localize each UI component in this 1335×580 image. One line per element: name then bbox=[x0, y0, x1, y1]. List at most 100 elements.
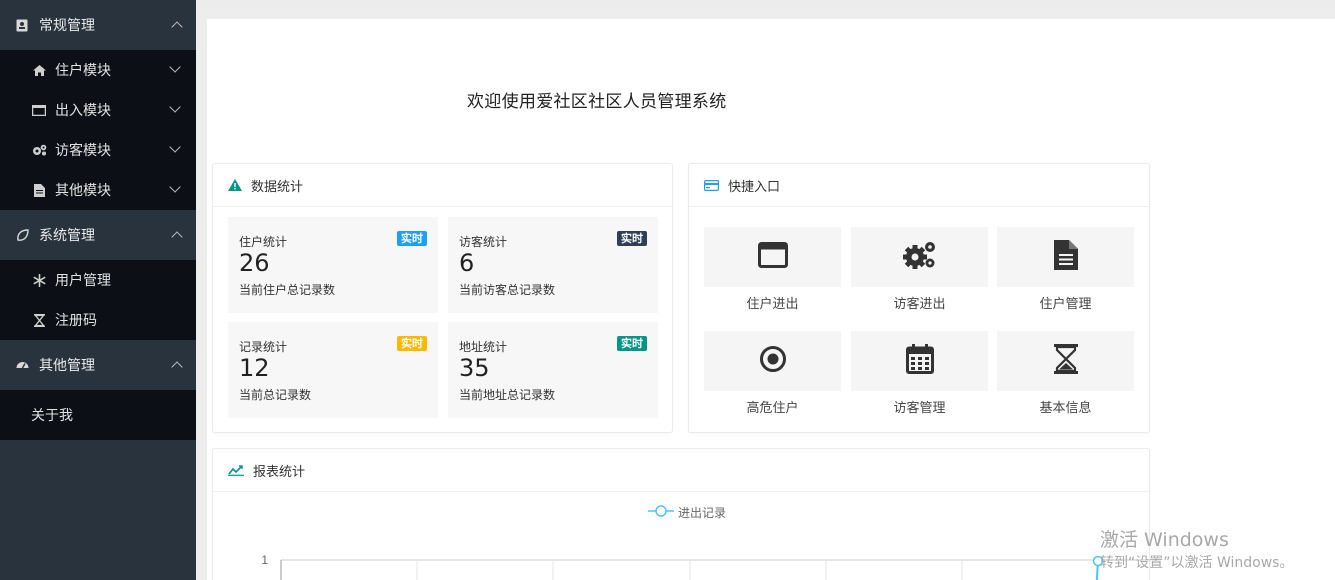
menu-group-general: 常规管理 住户模块 出入模块 访客模块 其他模块 bbox=[0, 0, 196, 210]
quick-icon-box[interactable] bbox=[704, 331, 841, 391]
stats-card-header: 数据统计 bbox=[213, 164, 672, 207]
submenu-other: 关于我 bbox=[0, 390, 196, 440]
stats-card: 数据统计 住户统计 实时 26 当前住户总记录数 访客统计 实时 6 当前访客总… bbox=[212, 163, 673, 433]
report-card: 报表统计 进出记录 1 bbox=[212, 448, 1151, 580]
sidebar-item-other[interactable]: 其他模块 bbox=[0, 170, 196, 210]
hourglass-icon bbox=[31, 313, 47, 327]
sidebar-item-label: 出入模块 bbox=[55, 103, 111, 119]
quick-label: 访客进出 bbox=[893, 297, 946, 312]
menu-head-label: 常规管理 bbox=[39, 18, 95, 34]
sidebar-item-label: 注册码 bbox=[55, 313, 97, 329]
chevron-down-icon bbox=[169, 141, 181, 153]
menu-group-other: 其他管理 关于我 bbox=[0, 340, 196, 440]
realtime-badge: 实时 bbox=[397, 336, 427, 351]
stat-desc: 当前住户总记录数 bbox=[239, 283, 336, 297]
credit-card-icon bbox=[704, 179, 719, 191]
menu-group-system: 系统管理 用户管理 注册码 bbox=[0, 210, 196, 340]
stat-label: 住户统计 bbox=[239, 235, 288, 249]
menu-head-general[interactable]: 常规管理 bbox=[0, 0, 196, 50]
report-card-header: 报表统计 bbox=[213, 449, 1149, 492]
report-card-title: 报表统计 bbox=[253, 464, 306, 480]
snowflake-icon bbox=[31, 273, 47, 287]
quick-icon-box[interactable] bbox=[704, 227, 841, 287]
sidebar-item-resident[interactable]: 住户模块 bbox=[0, 50, 196, 90]
page-title: 欢迎使用爱社区社区人员管理系统 bbox=[467, 92, 727, 112]
stat-visitor: 访客统计 实时 6 当前访客总记录数 bbox=[448, 217, 658, 313]
activation-watermark-hint: 转到“设置”以激活 Windows。 bbox=[1100, 555, 1294, 571]
window-icon bbox=[757, 242, 788, 272]
home-icon bbox=[31, 64, 47, 76]
file-icon bbox=[31, 183, 47, 197]
dashboard-icon bbox=[15, 358, 29, 372]
chevron-up-icon bbox=[171, 231, 183, 243]
line-chart-icon bbox=[228, 464, 244, 476]
dot-circle-icon bbox=[759, 345, 787, 377]
file-icon bbox=[1053, 240, 1078, 274]
quick-resident-access[interactable]: 住户进出 bbox=[704, 227, 841, 312]
legend-label: 进出记录 bbox=[678, 506, 727, 520]
chevron-down-icon bbox=[169, 181, 181, 193]
stat-value: 12 bbox=[239, 354, 270, 382]
quick-card-title: 快捷入口 bbox=[728, 179, 781, 195]
quick-high-risk[interactable]: 高危住户 bbox=[704, 331, 841, 416]
stat-desc: 当前地址总记录数 bbox=[459, 388, 556, 402]
stat-label: 访客统计 bbox=[459, 235, 508, 249]
calendar-icon bbox=[905, 344, 934, 378]
stat-value: 35 bbox=[459, 354, 490, 382]
chevron-down-icon bbox=[169, 101, 181, 113]
stat-label: 地址统计 bbox=[459, 340, 508, 354]
quick-icon-box[interactable] bbox=[997, 331, 1134, 391]
submenu-system: 用户管理 注册码 bbox=[0, 260, 196, 340]
stat-records: 记录统计 实时 12 当前总记录数 bbox=[228, 322, 438, 418]
gears-icon bbox=[31, 144, 47, 156]
realtime-badge: 实时 bbox=[617, 336, 647, 351]
stat-value: 26 bbox=[239, 249, 270, 277]
sidebar-item-label: 关于我 bbox=[31, 408, 73, 424]
sidebar-item-users[interactable]: 用户管理 bbox=[0, 260, 196, 300]
stat-desc: 当前访客总记录数 bbox=[459, 283, 556, 297]
realtime-badge: 实时 bbox=[617, 231, 647, 246]
quick-visitor-manage[interactable]: 访客管理 bbox=[851, 331, 988, 416]
chart-legend[interactable]: 进出记录 bbox=[648, 504, 726, 521]
stat-resident: 住户统计 实时 26 当前住户总记录数 bbox=[228, 217, 438, 313]
menu-head-other[interactable]: 其他管理 bbox=[0, 340, 196, 390]
quick-icon-box[interactable] bbox=[851, 227, 988, 287]
sidebar-item-label: 其他模块 bbox=[55, 183, 111, 199]
menu-head-label: 系统管理 bbox=[39, 228, 95, 244]
top-strip bbox=[196, 0, 1335, 8]
quick-visitor-access[interactable]: 访客进出 bbox=[851, 227, 988, 312]
warning-icon bbox=[228, 179, 242, 191]
quick-resident-manage[interactable]: 住户管理 bbox=[997, 227, 1134, 312]
chevron-down-icon bbox=[169, 61, 181, 73]
activation-watermark-title: 激活 Windows bbox=[1100, 529, 1229, 551]
quick-icon-box[interactable] bbox=[997, 227, 1134, 287]
submenu-general: 住户模块 出入模块 访客模块 其他模块 bbox=[0, 50, 196, 210]
sidebar-item-access[interactable]: 出入模块 bbox=[0, 90, 196, 130]
sidebar-item-regcode[interactable]: 注册码 bbox=[0, 300, 196, 340]
legend-line-icon bbox=[648, 504, 674, 521]
stat-label: 记录统计 bbox=[239, 340, 288, 354]
menu-head-label: 其他管理 bbox=[39, 358, 95, 374]
stat-address: 地址统计 实时 35 当前地址总记录数 bbox=[448, 322, 658, 418]
hourglass-icon bbox=[1053, 344, 1078, 378]
stat-value: 6 bbox=[459, 249, 475, 277]
window-icon bbox=[31, 104, 47, 116]
quick-label: 高危住户 bbox=[746, 401, 799, 416]
quick-basic-info[interactable]: 基本信息 bbox=[997, 331, 1134, 416]
book-icon bbox=[15, 18, 29, 32]
gears-icon bbox=[902, 240, 937, 274]
quick-card: 快捷入口 住户进出 访客进出 住户管理 高危住户 访客管理 基本信息 bbox=[688, 163, 1150, 433]
chevron-up-icon bbox=[171, 361, 183, 373]
quick-label: 基本信息 bbox=[1039, 401, 1092, 416]
quick-label: 访客管理 bbox=[893, 401, 946, 416]
sidebar-item-about[interactable]: 关于我 bbox=[0, 390, 196, 440]
sidebar-item-visitor[interactable]: 访客模块 bbox=[0, 130, 196, 170]
realtime-badge: 实时 bbox=[397, 231, 427, 246]
quick-icon-box[interactable] bbox=[851, 331, 988, 391]
menu-head-system[interactable]: 系统管理 bbox=[0, 210, 196, 260]
sidebar-item-label: 住户模块 bbox=[55, 63, 111, 79]
stats-card-title: 数据统计 bbox=[251, 179, 304, 195]
y-tick-label: 1 bbox=[261, 553, 268, 567]
chevron-up-icon bbox=[171, 21, 183, 33]
quick-label: 住户进出 bbox=[746, 297, 799, 312]
